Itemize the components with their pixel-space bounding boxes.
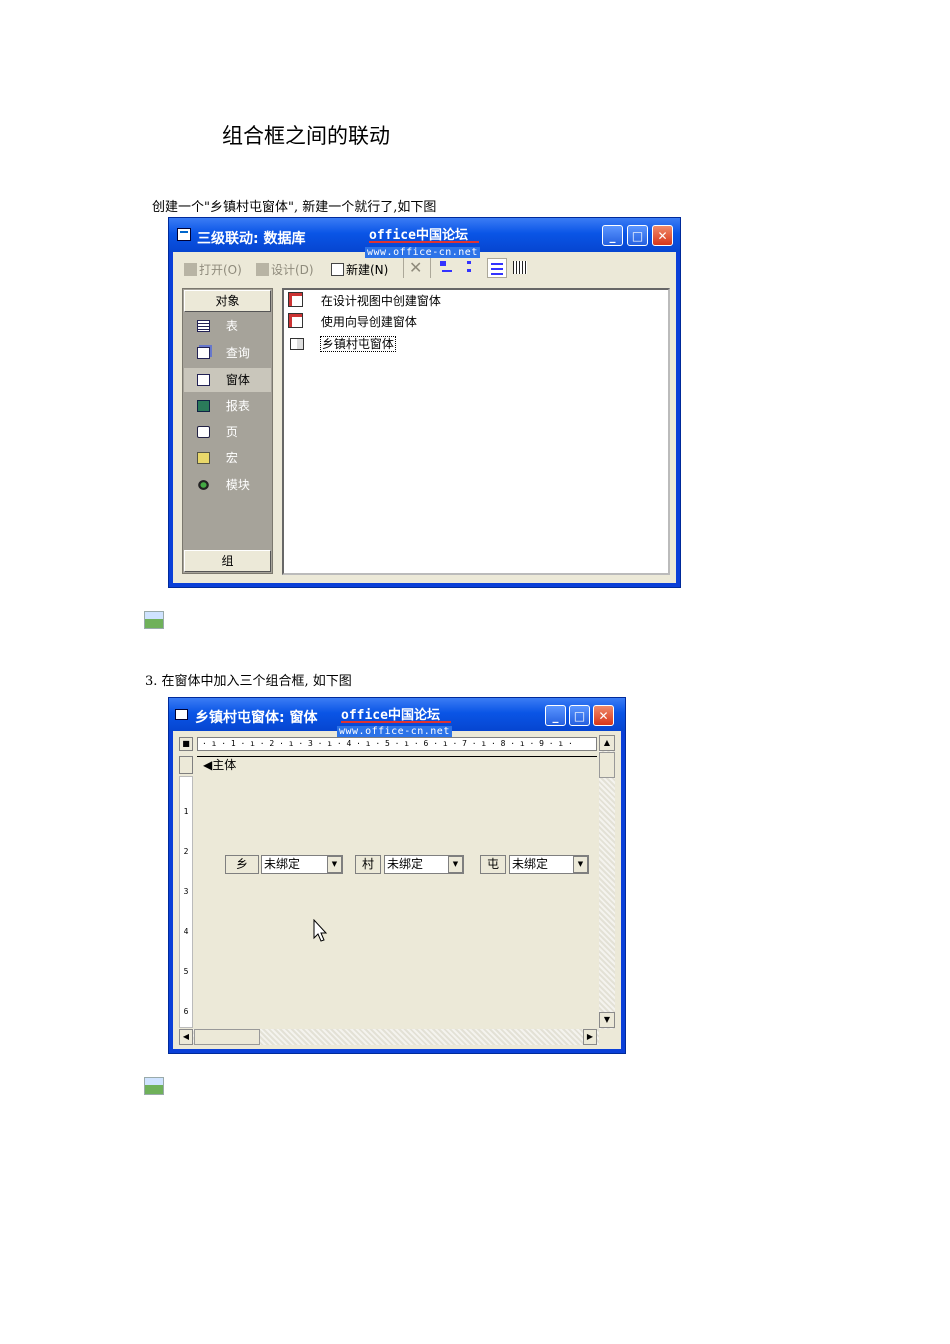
mouse-cursor-icon <box>313 919 328 942</box>
object-item-tables[interactable]: 表 <box>184 315 271 337</box>
vertical-scrollbar[interactable] <box>599 735 615 1029</box>
window-client: 打开(O) 设计(D) 新建(N) ✕ 对象 表 查询 窗体 报表 页 宏 模块… <box>173 252 676 583</box>
window-title: 三级联动: 数据库 <box>197 231 306 247</box>
scroll-right-icon[interactable]: ▶ <box>583 1029 597 1045</box>
horizontal-scroll-thumb[interactable] <box>194 1029 260 1045</box>
horizontal-ruler: · ı · 1 · ı · 2 · ı · 3 · ı · 4 · ı · 5 … <box>197 737 597 751</box>
design-button[interactable]: 设计(D) <box>256 261 314 278</box>
section-arrow-icon: ◀ <box>203 758 213 772</box>
watermark-url: www.office-cn.net <box>337 726 452 737</box>
object-item-pages[interactable]: 页 <box>184 421 271 443</box>
scroll-down-icon[interactable]: ▼ <box>599 1012 615 1028</box>
list-view-icon[interactable] <box>487 258 507 278</box>
paragraph-2: 3. 在窗体中加入三个组合框, 如下图 <box>145 674 352 689</box>
paragraph-1: 创建一个"乡镇村屯窗体", 新建一个就行了,如下图 <box>152 200 437 215</box>
toolbar-separator <box>403 258 404 278</box>
details-view-icon[interactable] <box>513 261 527 274</box>
detail-section-bar[interactable]: ◀主体 <box>197 756 597 776</box>
open-icon <box>184 263 197 276</box>
objects-panel: 对象 表 查询 窗体 报表 页 宏 模块 组 <box>182 288 273 574</box>
chevron-down-icon[interactable]: ▼ <box>327 856 342 873</box>
form-icon <box>175 709 188 720</box>
minimize-button[interactable]: _ <box>602 225 623 246</box>
report-icon <box>197 400 210 412</box>
object-item-forms[interactable]: 窗体 <box>184 368 271 392</box>
page-icon <box>197 426 210 438</box>
chevron-down-icon[interactable]: ▼ <box>573 856 588 873</box>
label-cun[interactable]: 村 <box>355 855 381 874</box>
label-tun[interactable]: 屯 <box>480 855 506 874</box>
form-design-window: 乡镇村屯窗体: 窗体 office中国论坛 _ □ ✕ www.office-c… <box>168 697 626 1054</box>
section-selector[interactable] <box>179 756 193 774</box>
table-icon <box>197 320 210 332</box>
module-icon <box>197 479 210 491</box>
maximize-button[interactable]: □ <box>569 705 590 726</box>
window-title: 乡镇村屯窗体: 窗体 <box>195 710 318 726</box>
document-title: 组合框之间的联动 <box>222 124 390 148</box>
form-selector[interactable]: ■ <box>179 737 193 751</box>
delete-icon[interactable]: ✕ <box>409 258 422 277</box>
maximize-button[interactable]: □ <box>627 225 648 246</box>
list-item-design-view[interactable]: 在设计视图中创建窗体 <box>288 292 441 309</box>
query-icon <box>197 347 210 359</box>
minimize-button[interactable]: _ <box>545 705 566 726</box>
label-xiang[interactable]: 乡 <box>225 855 259 874</box>
close-button[interactable]: ✕ <box>652 225 673 246</box>
wizard-icon <box>288 292 303 307</box>
watermark-underline <box>341 721 451 723</box>
image-placeholder-icon <box>144 1077 164 1095</box>
scroll-left-icon[interactable]: ◀ <box>179 1029 193 1045</box>
scroll-up-icon[interactable]: ▲ <box>599 735 615 751</box>
form-icon <box>197 374 210 386</box>
wizard-icon <box>288 313 303 328</box>
large-icons-icon[interactable] <box>439 260 453 275</box>
close-button[interactable]: ✕ <box>593 705 614 726</box>
macro-icon <box>197 452 210 464</box>
chevron-down-icon[interactable]: ▼ <box>448 856 463 873</box>
toolbar-separator <box>430 258 431 278</box>
image-placeholder-icon <box>144 611 164 629</box>
design-icon <box>256 263 269 276</box>
form-icon <box>290 338 304 350</box>
object-item-reports[interactable]: 报表 <box>184 395 271 417</box>
design-canvas[interactable] <box>197 775 597 1029</box>
new-button[interactable]: 新建(N) <box>331 261 388 278</box>
window-client: ■ · ı · 1 · ı · 2 · ı · 3 · ı · 4 · ı · … <box>173 731 621 1049</box>
new-icon <box>331 263 344 276</box>
object-list: 在设计视图中创建窗体 使用向导创建窗体 乡镇村屯窗体 <box>282 288 670 575</box>
list-item-wizard[interactable]: 使用向导创建窗体 <box>288 313 417 330</box>
small-icons-icon[interactable] <box>466 260 480 275</box>
vertical-ruler: 1 2 3 4 5 6 <box>179 776 193 1028</box>
object-item-modules[interactable]: 模块 <box>184 474 271 496</box>
object-item-queries[interactable]: 查询 <box>184 342 271 364</box>
vertical-scroll-thumb[interactable] <box>599 752 615 778</box>
objects-header[interactable]: 对象 <box>184 290 271 312</box>
watermark-underline <box>369 241 479 243</box>
watermark-url: www.office-cn.net <box>365 247 480 258</box>
database-app-icon <box>177 228 191 241</box>
object-item-macros[interactable]: 宏 <box>184 447 271 469</box>
list-item-form[interactable]: 乡镇村屯窗体 <box>290 335 396 352</box>
database-window: 三级联动: 数据库 office中国论坛 _ □ ✕ www.office-cn… <box>168 217 681 588</box>
open-button[interactable]: 打开(O) <box>184 261 242 278</box>
groups-button[interactable]: 组 <box>184 550 271 572</box>
